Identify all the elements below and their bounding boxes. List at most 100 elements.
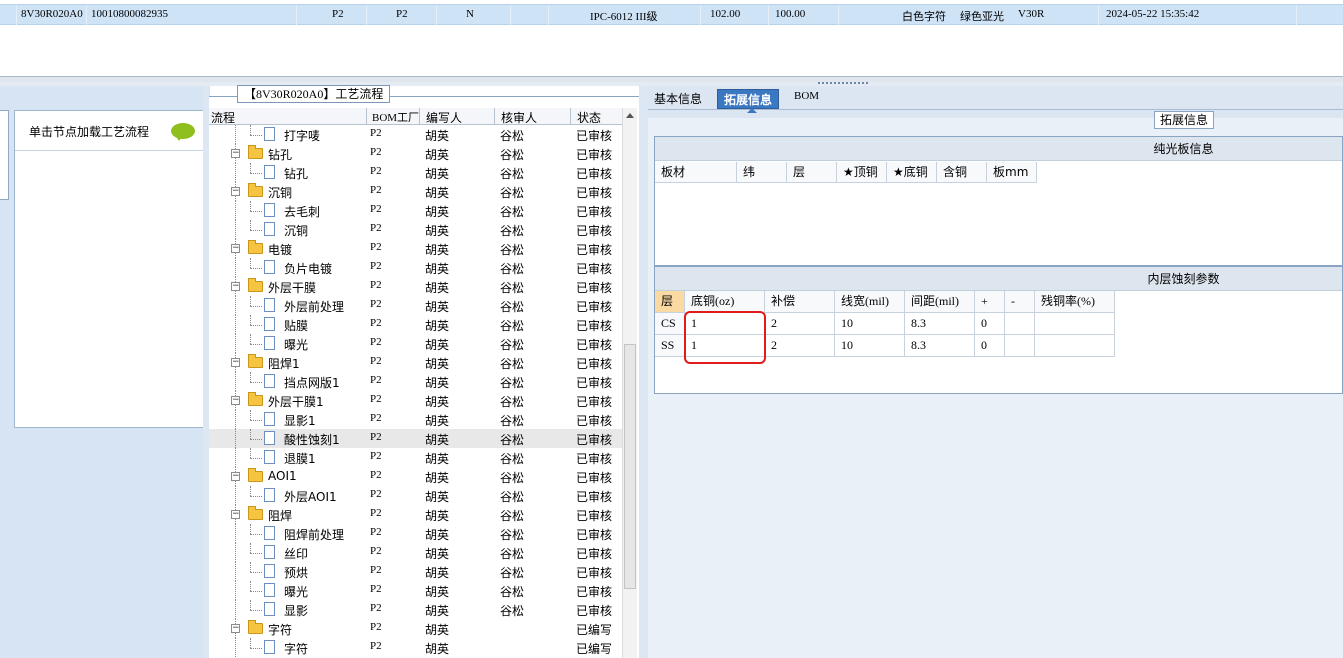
tree-row[interactable]: 钻孔 P2 胡英 谷松 已审核 [209,163,622,182]
tree-row[interactable]: 酸性蚀刻1 P2 胡英 谷松 已审核 [209,429,622,448]
inner-etch-cell[interactable]: 2 [765,335,835,357]
inner-etch-cell[interactable] [1035,335,1115,357]
tree-row[interactable]: 沉铜 P2 胡英 谷松 已审核 [209,220,622,239]
collapse-icon[interactable]: − [231,282,240,291]
selected-grid-row[interactable]: 8V30R020A0 10010800082935 P2 P2 N IPC-60… [0,4,1343,25]
tree-node-name: 阻焊 [268,509,293,523]
tree-cell-reviewer: 谷松 [500,224,525,238]
tree-cell-writer: 胡英 [425,395,450,409]
tree-row[interactable]: 阻焊前处理 P2 胡英 谷松 已审核 [209,524,622,543]
collapse-icon[interactable]: − [231,149,240,158]
tree-row[interactable]: − 阻焊 P2 胡英 谷松 已审核 [209,505,622,524]
inner-etch-cell[interactable] [1005,313,1035,335]
collapse-icon[interactable]: − [231,358,240,367]
tree-row[interactable]: 预烘 P2 胡英 谷松 已审核 [209,562,622,581]
tree-row[interactable]: − 字符 P2 胡英 已编写 [209,619,622,638]
extended-info-legend: 拓展信息 [1154,111,1215,129]
folder-icon [248,354,263,368]
tree-node-name: 字符 [284,642,309,656]
tree-vertical-scrollbar[interactable] [622,108,637,658]
tab-bom[interactable]: BOM [788,89,825,109]
middle-splitter[interactable] [639,86,648,658]
inner-etch-cell[interactable]: 0 [975,313,1005,335]
tree-guide-line [235,581,236,600]
collapse-icon[interactable]: − [231,510,240,519]
tree-guide-line [235,638,236,657]
inner-etch-col-header: 底铜(oz) [685,291,765,313]
inner-etch-cell[interactable]: 10 [835,335,905,357]
tree-row[interactable]: 显影 P2 胡英 谷松 已审核 [209,600,622,619]
tree-col-reviewer: 核审人 [501,111,538,125]
collapse-icon[interactable]: − [231,187,240,196]
tree-row[interactable]: 丝印 P2 胡英 谷松 已审核 [209,543,622,562]
tab-extended-info[interactable]: 拓展信息 [717,89,780,109]
inner-etch-cell[interactable] [1035,313,1115,335]
tree-cell-factory: P2 [370,583,382,595]
tree-guide-line [250,268,262,269]
tree-row[interactable]: 字符 P2 胡英 已编写 [209,638,622,657]
tree-row[interactable]: 去毛刺 P2 胡英 谷松 已审核 [209,201,622,220]
inner-etch-col-header: + [975,291,1005,313]
tree-cell-writer: 胡英 [425,281,450,295]
tree-cell-status: 已审核 [576,585,613,599]
scroll-thumb[interactable] [624,344,636,589]
scroll-up-icon[interactable] [626,113,634,118]
inner-etch-cell[interactable]: 8.3 [905,335,975,357]
chat-bubble-icon[interactable] [171,123,195,141]
inner-etch-cell[interactable]: 10 [835,313,905,335]
tree-row[interactable]: 打字唛 P2 胡英 谷松 已审核 [209,125,622,144]
tree-row[interactable]: − 外层干膜 P2 胡英 谷松 已审核 [209,277,622,296]
tree-node-name: 负片电镀 [284,262,333,276]
tree-guide-line [250,448,251,458]
inner-etch-cell[interactable]: 8.3 [905,313,975,335]
tree-row[interactable]: − 钻孔 P2 胡英 谷松 已审核 [209,144,622,163]
grid-divider [838,5,839,25]
tree-row[interactable]: − 外层干膜1 P2 胡英 谷松 已审核 [209,391,622,410]
tree-row[interactable]: 外层AOI1 P2 胡英 谷松 已审核 [209,486,622,505]
collapse-icon[interactable]: − [231,396,240,405]
tree-row[interactable]: − 阻焊1 P2 胡英 谷松 已审核 [209,353,622,372]
side-tab[interactable] [0,110,9,200]
tree-col-flow: 流程 [211,111,236,125]
collapse-icon[interactable]: − [231,624,240,633]
tree-guide-line [250,135,262,136]
tree-cell-factory: P2 [370,336,382,348]
tree-cell-status: 已审核 [576,338,613,352]
tree-guide-line [235,163,236,182]
grid-divider [548,5,549,25]
tree-guide-line [235,125,236,144]
tree-guide-line [250,258,251,268]
document-icon [264,602,275,616]
document-icon [264,127,275,141]
tree-cell-reviewer: 谷松 [500,281,525,295]
inner-etch-cell[interactable]: 2 [765,313,835,335]
collapse-icon[interactable]: − [231,472,240,481]
load-process-header[interactable]: 单击节点加载工艺流程 [15,111,203,151]
tree-row[interactable]: 外层前处理 P2 胡英 谷松 已审核 [209,296,622,315]
tree-row[interactable]: 显影1 P2 胡英 谷松 已审核 [209,410,622,429]
tree-cell-writer: 胡英 [425,566,450,580]
inner-etch-cell[interactable] [1005,335,1035,357]
tree-row[interactable]: 挡点网版1 P2 胡英 谷松 已审核 [209,372,622,391]
inner-etch-cell[interactable]: 0 [975,335,1005,357]
tree-row[interactable]: 曝光 P2 胡英 谷松 已审核 [209,334,622,353]
tree-cell-writer: 胡英 [425,148,450,162]
tree-cell-status: 已审核 [576,186,613,200]
folder-icon [248,278,263,292]
tree-row[interactable]: − AOI1 P2 胡英 谷松 已审核 [209,467,622,486]
tree-row[interactable]: 负片电镀 P2 胡英 谷松 已审核 [209,258,622,277]
tree-cell-reviewer: 谷松 [500,566,525,580]
tab-basic-info[interactable]: 基本信息 [648,89,708,109]
tree-row[interactable]: − 沉铜 P2 胡英 谷松 已审核 [209,182,622,201]
tree-row[interactable]: 退膜1 P2 胡英 谷松 已审核 [209,448,622,467]
tree-row[interactable]: 贴膜 P2 胡英 谷松 已审核 [209,315,622,334]
load-process-text: 单击节点加载工艺流程 [29,125,150,139]
tree-cell-factory: P2 [370,393,382,405]
collapse-icon[interactable]: − [231,244,240,253]
tree-cell-reviewer: 谷松 [500,300,525,314]
tree-cell-factory: P2 [370,317,382,329]
tree-cell-reviewer: 谷松 [500,490,525,504]
tree-row[interactable]: − 电镀 P2 胡英 谷松 已审核 [209,239,622,258]
tree-row[interactable]: 曝光 P2 胡英 谷松 已审核 [209,581,622,600]
tree-node-name: 丝印 [284,547,309,561]
